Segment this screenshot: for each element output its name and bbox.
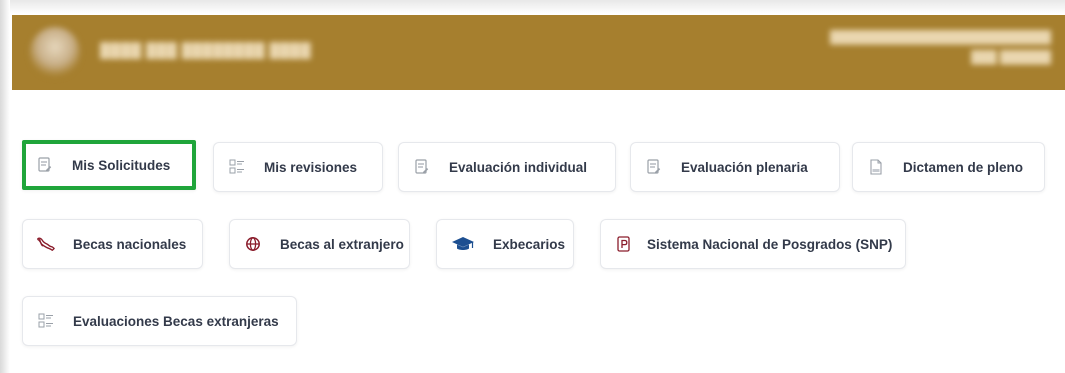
document-edit-icon (36, 156, 54, 174)
menu-item-label: Becas nacionales (73, 236, 187, 252)
menu-item-label: Evaluación individual (449, 159, 588, 175)
menu-evaluacion-plenaria-button[interactable]: Evaluación plenaria (630, 142, 840, 192)
user-info-redacted: ██████████████████████████ ███ ██████ (830, 27, 1051, 67)
menu-item-label: Mis Solicitudes (72, 157, 171, 173)
menu-item-label: Exbecarios (493, 236, 566, 252)
pdf-file-icon (867, 158, 885, 176)
mexico-map-icon (37, 235, 55, 253)
left-border (0, 0, 10, 373)
menu-exbecarios-button[interactable]: Exbecarios (436, 219, 574, 269)
user-id-redacted: ███ ██████ (971, 50, 1051, 64)
app-header: ████ ███ ████████ ████ █████████████████… (12, 15, 1065, 90)
document-edit-icon (413, 158, 431, 176)
document-edit-icon (645, 158, 663, 176)
top-shadow (0, 0, 1065, 14)
menu-item-label: Sistema Nacional de Posgrados (SNP) (647, 236, 893, 252)
menu-evaluacion-individual-button[interactable]: Evaluación individual (398, 142, 616, 192)
user-avatar[interactable] (30, 27, 80, 77)
menu-item-label: Dictamen de pleno (903, 159, 1024, 175)
checklist-icon (228, 158, 246, 176)
p-square-icon (615, 235, 633, 253)
main-menu: Mis Solicitudes Mis revisiones Evaluació… (12, 90, 1065, 373)
menu-item-label: Becas al extranjero (280, 236, 404, 252)
graduation-cap-icon (451, 235, 475, 253)
menu-dictamen-de-pleno-button[interactable]: Dictamen de pleno (852, 142, 1045, 192)
checklist-icon (37, 312, 55, 330)
menu-sistema-nacional-posgrados-button[interactable]: Sistema Nacional de Posgrados (SNP) (600, 219, 906, 269)
menu-evaluaciones-becas-extranjeras-button[interactable]: Evaluaciones Becas extranjeras (22, 296, 297, 346)
user-email-redacted: ██████████████████████████ (829, 30, 1051, 44)
menu-mis-revisiones-button[interactable]: Mis revisiones (213, 142, 383, 192)
user-name-redacted: ████ ███ ████████ ████ (100, 42, 312, 58)
menu-mis-solicitudes-button[interactable]: Mis Solicitudes (22, 140, 196, 190)
menu-becas-al-extranjero-button[interactable]: Becas al extranjero (229, 219, 410, 269)
screen: ████ ███ ████████ ████ █████████████████… (0, 0, 1065, 373)
menu-item-label: Evaluación plenaria (681, 159, 808, 175)
menu-item-label: Mis revisiones (264, 159, 358, 175)
globe-icon (244, 235, 262, 253)
menu-becas-nacionales-button[interactable]: Becas nacionales (22, 219, 203, 269)
menu-item-label: Evaluaciones Becas extranjeras (73, 313, 279, 329)
